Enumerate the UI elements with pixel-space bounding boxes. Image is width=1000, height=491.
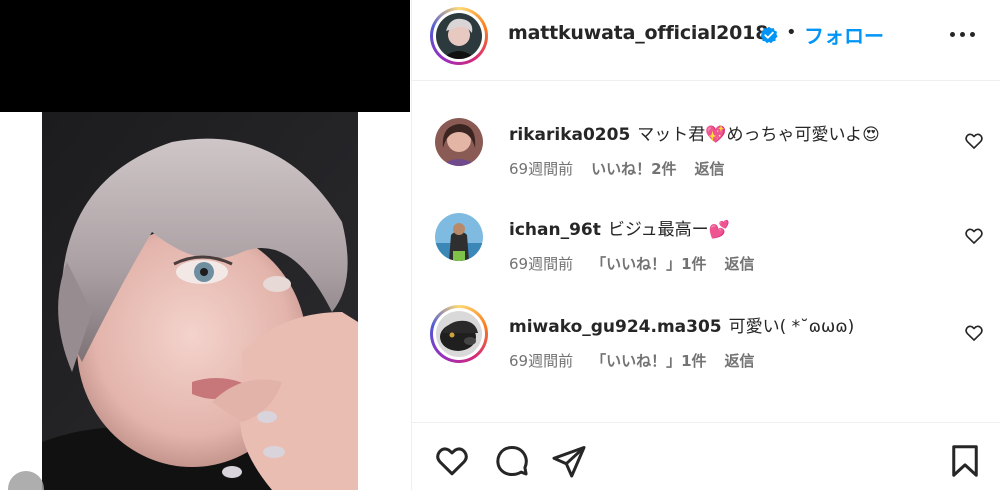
comment-meta: 69週間前 「いいね！」1件 返信	[509, 253, 773, 274]
avatar-photo-icon	[435, 118, 483, 166]
follow-button[interactable]: フォロー	[804, 20, 884, 49]
commenter-avatar[interactable]	[435, 213, 483, 261]
comment-meta: 69週間前 「いいね！」1件 返信	[509, 350, 773, 371]
header-separator: •	[786, 22, 797, 43]
comment-item: ichan_96t ビジュ最高ー💕 69週間前 「いいね！」1件 返信	[412, 203, 1000, 299]
avatar-photo-icon	[436, 311, 482, 357]
comment-username[interactable]: rikarika0205	[509, 125, 630, 145]
media-black-bar	[0, 0, 410, 112]
post-action-bar	[412, 422, 1000, 491]
portrait-image	[42, 112, 358, 490]
media-overlay-button[interactable]	[8, 471, 44, 490]
post-photo[interactable]	[42, 112, 358, 490]
comment-meta: 69週間前 いいね！2件 返信	[509, 158, 743, 179]
comment-like-heart-icon[interactable]	[964, 323, 984, 343]
comment-like-heart-icon[interactable]	[964, 226, 984, 246]
comment-likes[interactable]: 「いいね！」1件	[591, 350, 706, 371]
commenter-avatar[interactable]	[430, 305, 488, 363]
post-header: mattkuwata_official2018 • フォロー	[412, 0, 1000, 81]
bookmark-icon[interactable]	[947, 443, 983, 479]
comment-item: miwako_gu924.ma305 可愛い( *˘ɷωɷ) 69週間前 「いいね！…	[412, 300, 1000, 396]
comment-username[interactable]: ichan_96t	[509, 220, 601, 240]
heart-icon[interactable]	[434, 443, 470, 479]
comment-text: マット君💖めっちゃ可愛いよ😍	[637, 125, 880, 145]
post-media[interactable]	[0, 0, 410, 490]
comments-list: rikarika0205 マット君💖めっちゃ可愛いよ😍 69週間前 いいね！2件 返信	[412, 81, 1000, 421]
comment-item: rikarika0205 マット君💖めっちゃ可愛いよ😍 69週間前 いいね！2件 返信	[412, 108, 1000, 204]
verified-badge-icon	[760, 26, 778, 44]
comment-username[interactable]: miwako_gu924.ma305	[509, 317, 722, 337]
comment-text-line: rikarika0205 マット君💖めっちゃ可愛いよ😍	[509, 120, 880, 145]
comment-likes[interactable]: 「いいね！」1件	[591, 253, 706, 274]
profile-photo-icon	[436, 13, 482, 59]
comment-text: 可愛い( *˘ɷωɷ)	[728, 317, 855, 337]
comment-timestamp[interactable]: 69週間前	[509, 253, 573, 274]
share-icon[interactable]	[551, 443, 587, 479]
comment-text: ビジュ最高ー💕	[607, 220, 730, 240]
comment-text-line: ichan_96t ビジュ最高ー💕	[509, 215, 730, 240]
commenter-avatar[interactable]	[435, 118, 483, 166]
comment-icon[interactable]	[494, 443, 530, 479]
reply-button[interactable]: 返信	[725, 350, 755, 371]
comment-likes[interactable]: いいね！2件	[591, 158, 676, 179]
comment-like-heart-icon[interactable]	[964, 131, 984, 151]
comment-timestamp[interactable]: 69週間前	[509, 350, 573, 371]
avatar-photo-icon	[435, 213, 483, 261]
reply-button[interactable]: 返信	[725, 253, 755, 274]
comment-text-line: miwako_gu924.ma305 可愛い( *˘ɷωɷ)	[509, 312, 854, 337]
post-side-panel: mattkuwata_official2018 • フォロー rikarika0…	[411, 0, 1000, 490]
reply-button[interactable]: 返信	[695, 158, 725, 179]
more-options-icon[interactable]	[950, 30, 976, 40]
owner-username[interactable]: mattkuwata_official2018	[508, 22, 768, 44]
owner-avatar[interactable]	[430, 7, 488, 65]
comment-timestamp[interactable]: 69週間前	[509, 158, 573, 179]
